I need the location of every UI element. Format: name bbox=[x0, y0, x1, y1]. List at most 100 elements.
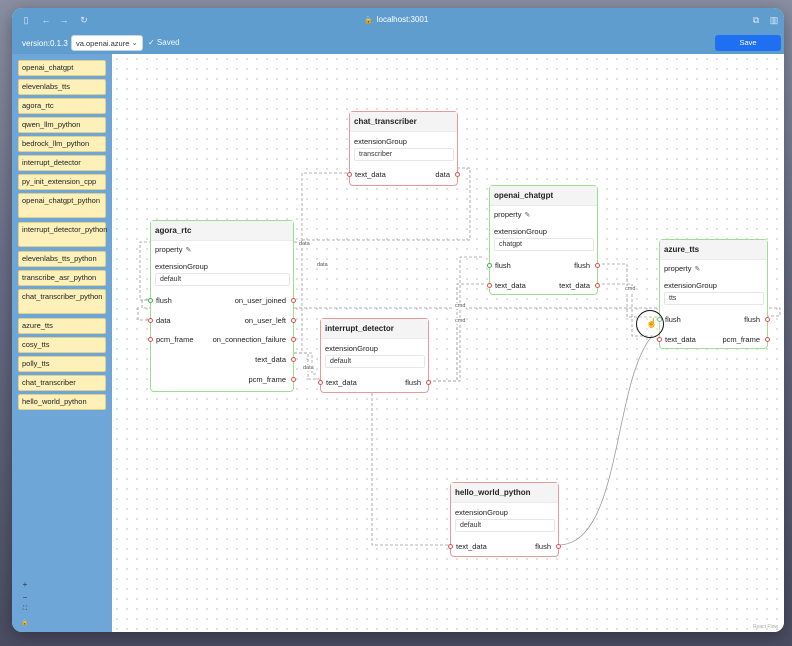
edge-label-data: data bbox=[316, 262, 329, 268]
output-handle[interactable] bbox=[291, 357, 296, 362]
property-label: property bbox=[494, 210, 522, 219]
node-chat-transcriber[interactable]: chat_transcriber extensionGroup transcri… bbox=[347, 111, 460, 186]
extension-group-value[interactable]: chatgpt bbox=[494, 238, 594, 251]
edge-label-cmd: cmd bbox=[624, 286, 637, 292]
sidebar-item-cosy-tts[interactable]: cosy_tts bbox=[18, 337, 106, 353]
output-handle[interactable] bbox=[455, 172, 460, 177]
output-handle[interactable] bbox=[765, 337, 770, 342]
port-data: data bbox=[156, 316, 171, 325]
extension-group-value[interactable]: default bbox=[155, 273, 290, 286]
sidebar-item-interrupt-detector[interactable]: interrupt_detector bbox=[18, 155, 106, 171]
output-handle[interactable] bbox=[291, 337, 296, 342]
hand-cursor-icon: ☝ bbox=[646, 318, 658, 328]
property-row[interactable]: property ✎ bbox=[155, 245, 191, 254]
port-flush: flush bbox=[535, 542, 551, 551]
sidebar-item-openai-chatgpt-python[interactable]: openai_chatgpt_python bbox=[18, 193, 106, 218]
edge-label-cmd: cmd bbox=[454, 318, 467, 324]
input-handle[interactable] bbox=[487, 283, 492, 288]
output-handle[interactable] bbox=[595, 263, 600, 268]
sidebar-item-transcribe-asr-python[interactable]: transcribe_asr_python bbox=[18, 270, 106, 286]
browser-bar: ▯ ← → ↻ 🔒 localhost:3001 ⧉ ▥ bbox=[12, 8, 784, 34]
sidebar-item-polly-tts[interactable]: polly_tts bbox=[18, 356, 106, 372]
fit-view-button[interactable]: ⛶ bbox=[20, 606, 30, 613]
port-text-data: text_data bbox=[355, 170, 386, 179]
input-handle[interactable] bbox=[657, 337, 662, 342]
edge-to-hello-world bbox=[371, 388, 450, 546]
output-handle[interactable] bbox=[426, 380, 431, 385]
edit-icon[interactable]: ✎ bbox=[186, 247, 192, 254]
edit-icon[interactable]: ✎ bbox=[525, 212, 531, 219]
sidebar-item-qwen-llm-python[interactable]: qwen_llm_python bbox=[18, 117, 106, 133]
back-icon[interactable]: ← bbox=[40, 14, 52, 26]
input-handle[interactable] bbox=[148, 337, 153, 342]
output-handle[interactable] bbox=[765, 317, 770, 322]
extension-group-value[interactable]: default bbox=[455, 519, 555, 532]
input-handle[interactable] bbox=[318, 380, 323, 385]
input-handle[interactable] bbox=[347, 172, 352, 177]
flow-canvas[interactable]: data data data cmd cmd cmd chat_transcri… bbox=[112, 54, 784, 632]
sidebar-item-openai-chatgpt[interactable]: openai_chatgpt bbox=[18, 60, 106, 76]
extension-group-label: extensionGroup bbox=[664, 281, 717, 290]
port-flush: flush bbox=[156, 296, 172, 305]
port-text-data: text_data bbox=[559, 281, 590, 290]
sidebar-item-chat-transcriber-python[interactable]: chat_transcriber_python bbox=[18, 289, 106, 314]
property-row[interactable]: property ✎ bbox=[664, 264, 700, 273]
port-pcm-frame: pcm_frame bbox=[248, 375, 286, 384]
port-flush: flush bbox=[405, 378, 421, 387]
forward-icon[interactable]: → bbox=[58, 14, 70, 26]
extension-group-label: extensionGroup bbox=[325, 344, 378, 353]
graph-select[interactable]: va.openai.azure ⌄ bbox=[71, 35, 143, 51]
node-openai-chatgpt[interactable]: openai_chatgpt property ✎ extensionGroup … bbox=[487, 185, 600, 295]
sidebar-item-bedrock-llm-python[interactable]: bedrock_llm_python bbox=[18, 136, 106, 152]
extension-group-label: extensionGroup bbox=[494, 227, 547, 236]
zoom-out-button[interactable]: − bbox=[20, 593, 30, 602]
url-text: localhost:3001 bbox=[376, 15, 429, 24]
input-handle[interactable] bbox=[448, 544, 453, 549]
port-text-data: text_data bbox=[456, 542, 487, 551]
address-bar[interactable]: 🔒 localhost:3001 bbox=[364, 15, 428, 24]
sidebar-item-interrupt-detector-python[interactable]: interrupt_detector_python bbox=[18, 222, 107, 247]
app-toolbar: version:0.1.3 va.openai.azure ⌄ ✓ Saved … bbox=[12, 34, 784, 54]
node-azure-tts[interactable]: azure_tts property ✎ extensionGroup tts f… bbox=[657, 239, 770, 349]
input-handle[interactable] bbox=[487, 263, 492, 268]
react-flow-attribution[interactable]: React Flow bbox=[753, 624, 778, 630]
edit-icon[interactable]: ✎ bbox=[695, 266, 701, 273]
extension-group-value[interactable]: tts bbox=[664, 292, 764, 305]
reload-icon[interactable]: ↻ bbox=[78, 14, 90, 26]
port-text-data: text_data bbox=[495, 281, 526, 290]
zoom-in-button[interactable]: + bbox=[20, 580, 30, 589]
input-handle[interactable] bbox=[148, 298, 153, 303]
output-handle[interactable] bbox=[556, 544, 561, 549]
property-row[interactable]: property ✎ bbox=[494, 210, 530, 219]
lock-button[interactable]: 🔒 bbox=[20, 619, 30, 626]
output-handle[interactable] bbox=[291, 298, 296, 303]
save-button[interactable]: Save bbox=[715, 35, 781, 51]
output-handle[interactable] bbox=[595, 283, 600, 288]
chevron-down-icon: ⌄ bbox=[131, 38, 138, 47]
port-pcm-frame: pcm_frame bbox=[156, 335, 194, 344]
port-on-user-joined: on_user_joined bbox=[234, 296, 286, 305]
port-flush: flush bbox=[744, 315, 760, 324]
node-title: interrupt_detector bbox=[321, 319, 428, 339]
port-on-connection-failure: on_connection_failure bbox=[212, 335, 286, 344]
sidebar-item-py-init-extension-cpp[interactable]: py_init_extension_cpp bbox=[18, 174, 106, 190]
version-label: version:0.1.3 bbox=[22, 39, 68, 48]
sidebar-item-agora-rtc[interactable]: agora_rtc bbox=[18, 98, 106, 114]
sidebar-toggle-icon[interactable]: ▯ bbox=[20, 14, 32, 26]
sidebar-item-hello-world-python[interactable]: hello_world_python bbox=[18, 394, 106, 410]
node-hello-world-python[interactable]: hello_world_python extensionGroup defaul… bbox=[448, 482, 561, 557]
node-agora-rtc[interactable]: agora_rtc property ✎ extensionGroup defau… bbox=[148, 220, 296, 392]
extension-group-value[interactable]: transcriber bbox=[354, 148, 454, 161]
output-handle[interactable] bbox=[291, 377, 296, 382]
node-title: chat_transcriber bbox=[350, 112, 457, 132]
sidebar-item-azure-tts[interactable]: azure_tts bbox=[18, 318, 106, 334]
extension-group-value[interactable]: default bbox=[325, 355, 425, 368]
output-handle[interactable] bbox=[291, 318, 296, 323]
sidebar-item-elevenlabs-tts[interactable]: elevenlabs_tts bbox=[18, 79, 106, 95]
split-view-icon[interactable]: ▥ bbox=[768, 14, 780, 26]
input-handle[interactable] bbox=[148, 318, 153, 323]
share-icon[interactable]: ⧉ bbox=[750, 14, 762, 26]
sidebar-item-chat-transcriber[interactable]: chat_transcriber bbox=[18, 375, 106, 391]
sidebar-item-elevenlabs-tts-python[interactable]: elevenlabs_tts_python bbox=[18, 251, 106, 267]
node-interrupt-detector[interactable]: interrupt_detector extensionGroup defaul… bbox=[318, 318, 431, 393]
